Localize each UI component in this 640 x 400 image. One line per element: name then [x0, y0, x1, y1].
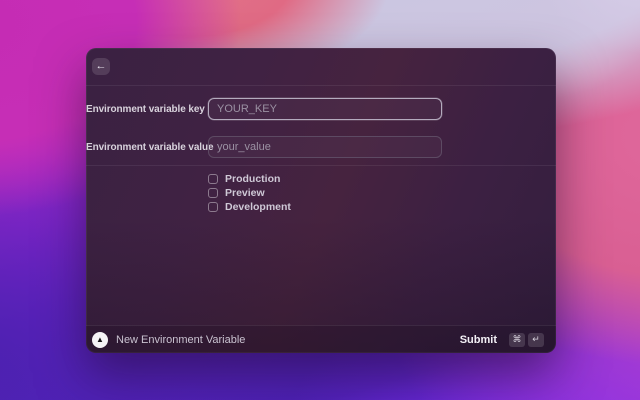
- checkbox-label-production: Production: [225, 173, 281, 185]
- env-variable-form: Environment variable key Environment var…: [86, 86, 556, 214]
- vercel-triangle-glyph: ▲: [96, 334, 104, 344]
- checkbox-row-preview[interactable]: Preview: [208, 186, 556, 200]
- checkbox-label-development: Development: [225, 201, 291, 213]
- window-header: ←: [86, 48, 556, 86]
- environment-checkbox-group: Production Preview Development: [86, 166, 556, 214]
- vercel-logo-icon: ▲: [92, 331, 108, 348]
- form-row-key: Environment variable key: [86, 98, 556, 120]
- env-key-label: Environment variable key: [86, 103, 205, 115]
- back-arrow-icon: ←: [95, 60, 107, 72]
- env-value-label: Environment variable value: [86, 141, 214, 153]
- submit-button[interactable]: Submit: [460, 334, 497, 346]
- action-bar: ▲ New Environment Variable Submit ⌘ ↵: [86, 325, 556, 353]
- env-key-input[interactable]: [208, 98, 442, 120]
- form-row-value: Environment variable value: [86, 136, 556, 158]
- checkbox-preview[interactable]: [208, 188, 218, 198]
- return-key-icon: ↵: [528, 332, 544, 347]
- checkbox-row-production[interactable]: Production: [208, 172, 556, 186]
- command-title: New Environment Variable: [116, 333, 246, 346]
- command-key-icon: ⌘: [509, 332, 525, 347]
- checkbox-row-development[interactable]: Development: [208, 200, 556, 214]
- env-value-input[interactable]: [208, 136, 442, 158]
- checkbox-production[interactable]: [208, 174, 218, 184]
- checkbox-label-preview: Preview: [225, 187, 265, 199]
- raycast-window: ← Environment variable key Environment v…: [86, 48, 556, 353]
- checkbox-development[interactable]: [208, 202, 218, 212]
- back-button[interactable]: ←: [92, 58, 110, 75]
